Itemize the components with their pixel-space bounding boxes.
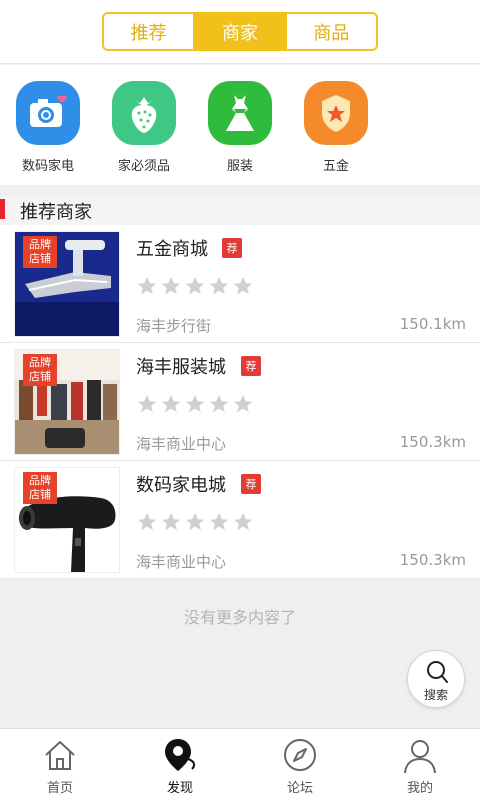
star-icon [209,394,229,413]
category-label: 数码家电 [21,159,74,174]
merchant-row[interactable]: 品牌店铺 海丰服装城 荐 海丰商业中心 150.3km [0,343,480,461]
recommend-badge: 荐 [241,356,261,376]
category-label: 五金 [322,159,349,174]
compass-icon [284,739,316,771]
merchant-distance: 150.3km [399,551,466,569]
user-icon [404,740,436,774]
nav-forum-label: 论坛 [286,781,313,796]
star-icon [185,394,205,413]
star-icon [161,512,181,531]
merchant-address: 海丰商业中心 [136,435,227,453]
merchant-name: 海丰服装城 [136,357,226,378]
brand-store-tag: 品牌店铺 [23,354,57,386]
rating-stars [136,511,254,533]
brand-store-tag: 品牌店铺 [23,472,57,504]
star-icon [185,276,205,295]
merchant-address: 海丰步行街 [136,317,212,335]
nav-discover-label: 发现 [166,781,193,796]
segmented-tabs: 推荐 商家 商品 [102,12,378,51]
camera-icon [16,81,80,145]
category-label: 服装 [226,159,253,174]
merchant-thumbnail: 品牌店铺 [14,467,120,573]
star-icon [137,512,157,531]
location-pin-icon [165,739,196,771]
no-more-text: 没有更多内容了 [183,608,296,627]
merchant-list: 品牌店铺 五金商城 荐 海丰步行街 150.1km 品牌店铺 海丰服装城 荐 海… [0,225,480,579]
star-icon [185,512,205,531]
star-icon [209,276,229,295]
star-icon [233,512,253,531]
category-grid: 数码家电 家必须品 服装 五金 [0,65,480,185]
top-bar: 推荐 商家 商品 [0,0,480,64]
nav-home[interactable]: 首页 [0,729,120,800]
merchant-row[interactable]: 品牌店铺 五金商城 荐 海丰步行街 150.1km [0,225,480,343]
category-clothing[interactable]: 服装 [192,81,288,174]
rating-stars [136,393,254,415]
star-icon [233,394,253,413]
section-accent-bar [0,199,5,219]
rating-stars [136,275,254,297]
dress-icon [208,81,272,145]
bottom-nav: 首页 发现 论坛 我的 [0,728,480,800]
star-icon [161,276,181,295]
merchant-name: 数码家电城 [136,475,226,496]
shield-star-icon [304,81,368,145]
section-title: 推荐商家 [20,202,92,223]
star-icon [161,394,181,413]
strawberry-icon [112,81,176,145]
search-fab[interactable]: 搜索 [407,650,465,708]
category-label: 家必须品 [117,159,170,174]
category-hardware[interactable]: 五金 [288,81,384,174]
star-icon [137,276,157,295]
home-icon [45,741,75,770]
star-icon [233,276,253,295]
tab-products[interactable]: 商品 [284,14,376,49]
category-digital[interactable]: 数码家电 [0,81,96,174]
star-icon [209,512,229,531]
merchant-distance: 150.3km [399,433,466,451]
search-fab-label: 搜索 [423,688,448,702]
star-icon [137,394,157,413]
nav-forum[interactable]: 论坛 [240,729,360,800]
nav-mine[interactable]: 我的 [360,729,480,800]
nav-mine-label: 我的 [406,781,433,796]
merchant-distance: 150.1km [399,315,466,333]
section-header: 推荐商家 [0,197,480,225]
merchant-thumbnail: 品牌店铺 [14,231,120,337]
merchant-thumbnail: 品牌店铺 [14,349,120,455]
category-household[interactable]: 家必须品 [96,81,192,174]
tab-recommend[interactable]: 推荐 [104,14,193,49]
search-icon [427,661,448,683]
merchant-address: 海丰商业中心 [136,553,227,571]
merchant-row[interactable]: 品牌店铺 数码家电城 荐 海丰商业中心 150.3km [0,461,480,579]
recommend-badge: 荐 [241,474,261,494]
brand-store-tag: 品牌店铺 [23,236,57,268]
merchant-name: 五金商城 [136,239,208,260]
nav-home-label: 首页 [46,781,73,796]
nav-discover[interactable]: 发现 [120,729,240,800]
recommend-badge: 荐 [222,238,242,258]
tab-merchants[interactable]: 商家 [193,14,285,49]
